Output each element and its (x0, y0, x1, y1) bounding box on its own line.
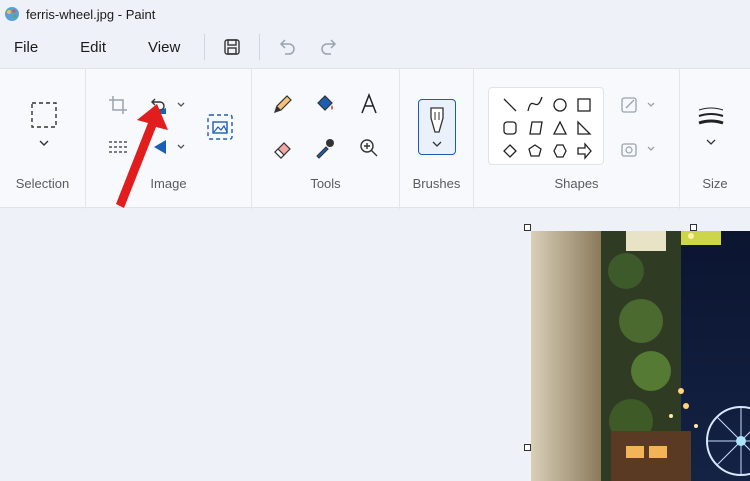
magnifier-button[interactable] (356, 135, 382, 161)
red-arrow-pointer (116, 104, 168, 208)
menu-divider (259, 34, 261, 60)
line-size-icon (698, 107, 724, 145)
selection-tool-button[interactable] (28, 101, 60, 151)
menu-divider (204, 34, 206, 60)
fill-button[interactable] (312, 91, 338, 117)
brushes-group: Brushes (400, 69, 474, 209)
shapes-gallery[interactable] (488, 87, 604, 165)
canvas-image[interactable] (531, 231, 750, 481)
save-icon (224, 39, 240, 55)
tools-group-label: Tools (310, 176, 341, 191)
resize-handle-middle-left[interactable] (524, 444, 531, 451)
redo-icon (321, 39, 337, 55)
brush-icon (430, 107, 444, 147)
menu-bar: File Edit View (0, 28, 750, 66)
undo-icon (280, 39, 295, 55)
text-icon (361, 93, 377, 114)
menu-file[interactable]: File (0, 32, 52, 62)
magnifier-icon (360, 139, 378, 157)
text-button[interactable] (356, 91, 382, 117)
color-picker-button[interactable] (312, 135, 338, 161)
shape-outline-icon (621, 97, 655, 113)
shape-fill-icon (621, 143, 655, 157)
tools-group: Tools (252, 69, 400, 209)
eraser-button[interactable] (270, 135, 296, 161)
color-picker-icon (316, 139, 334, 159)
undo-button[interactable] (270, 32, 304, 62)
shape-outline-button[interactable] (618, 93, 662, 117)
save-button[interactable] (215, 32, 249, 62)
shapes-group-label: Shapes (554, 176, 599, 191)
title-bar: ferris-wheel.jpg - Paint (0, 0, 750, 28)
paint-app-icon (5, 7, 19, 21)
resize-handle-top-middle[interactable] (690, 224, 697, 231)
rectangle-select-icon (31, 102, 57, 146)
window-title: ferris-wheel.jpg - Paint (26, 6, 156, 22)
brushes-button[interactable] (418, 99, 456, 155)
menu-edit[interactable]: Edit (52, 32, 120, 62)
shape-fill-button[interactable] (618, 137, 662, 161)
brushes-group-label: Brushes (412, 176, 461, 191)
selection-group-label: Selection (15, 176, 70, 191)
image-creator-button[interactable] (204, 111, 236, 143)
size-group-label: Size (702, 176, 728, 191)
size-group: Size (680, 69, 750, 209)
pencil-icon (274, 95, 292, 113)
shapes-gallery-icon (503, 96, 592, 160)
pencil-button[interactable] (270, 91, 296, 117)
fill-bucket-icon (317, 95, 333, 111)
ferris-wheel-photo (531, 231, 750, 481)
selection-group: Selection (0, 69, 86, 209)
shapes-group: Shapes (474, 69, 680, 209)
image-creator-icon (207, 114, 233, 140)
menu-view[interactable]: View (120, 32, 194, 62)
resize-handle-top-left[interactable] (524, 224, 531, 231)
redo-button[interactable] (312, 32, 346, 62)
size-button[interactable] (694, 103, 728, 151)
eraser-icon (274, 142, 291, 159)
